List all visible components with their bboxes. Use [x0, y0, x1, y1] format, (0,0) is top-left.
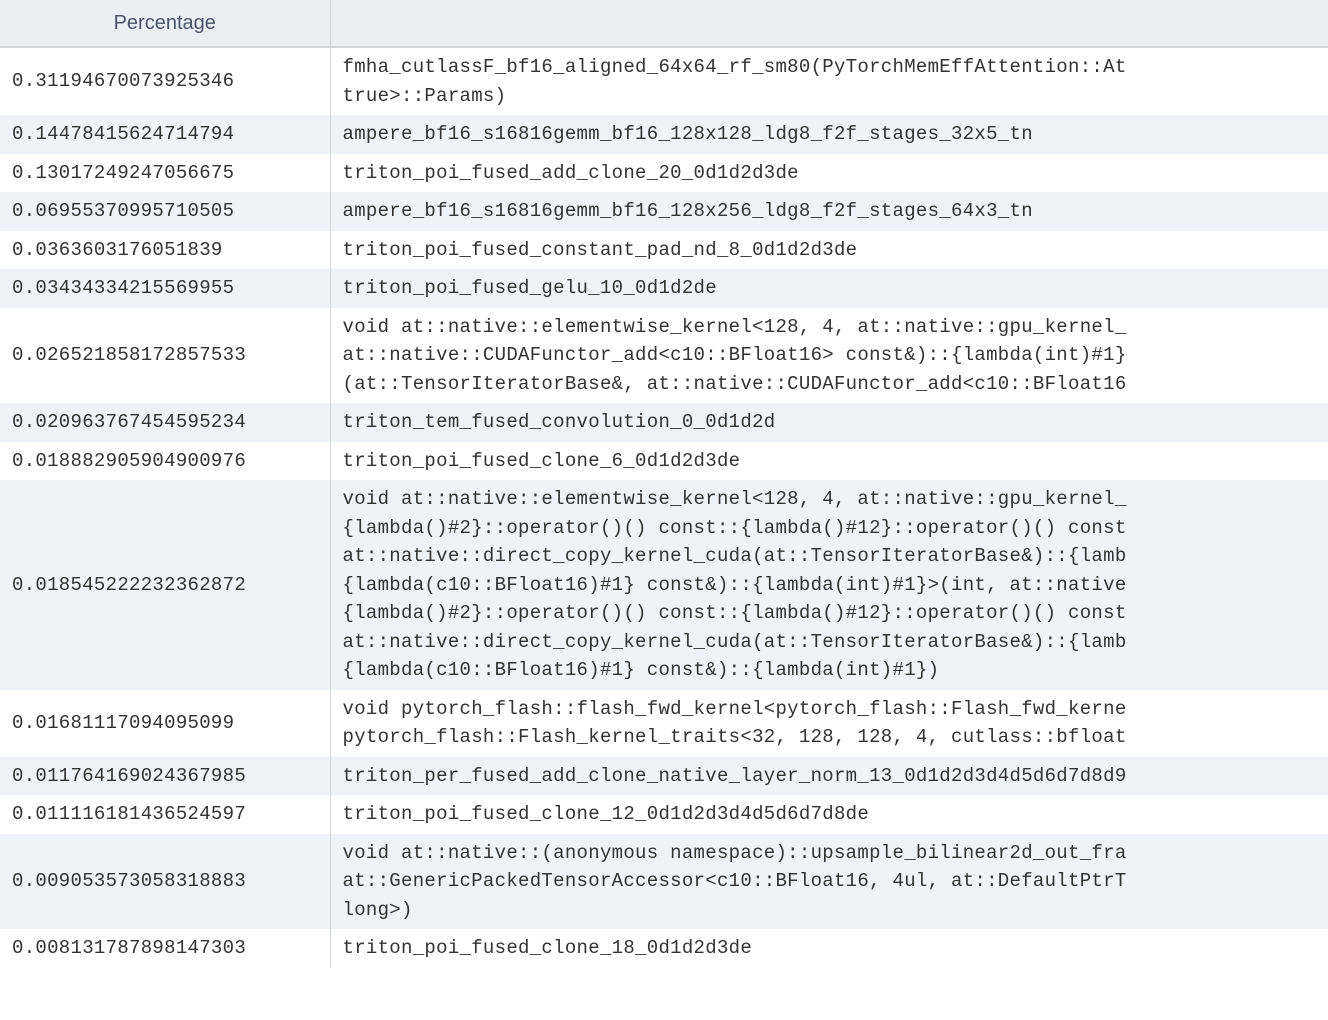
profiler-table: Percentage 0.31194670073925346fmha_cutla…	[0, 0, 1328, 968]
cell-kernel: void pytorch_flash::flash_fwd_kernel<pyt…	[330, 690, 1328, 757]
table-row[interactable]: 0.31194670073925346fmha_cutlassF_bf16_al…	[0, 47, 1328, 115]
table-row[interactable]: 0.011764169024367985triton_per_fused_add…	[0, 757, 1328, 796]
col-header-percentage[interactable]: Percentage	[0, 0, 330, 47]
cell-percentage: 0.0363603176051839	[0, 231, 330, 270]
cell-percentage: 0.018545222232362872	[0, 480, 330, 690]
cell-kernel: triton_poi_fused_constant_pad_nd_8_0d1d2…	[330, 231, 1328, 270]
cell-kernel: void at::native::elementwise_kernel<128,…	[330, 308, 1328, 404]
table-row[interactable]: 0.008131787898147303triton_poi_fused_clo…	[0, 929, 1328, 968]
cell-percentage: 0.009053573058318883	[0, 834, 330, 930]
cell-percentage: 0.13017249247056675	[0, 154, 330, 193]
cell-kernel: triton_poi_fused_clone_18_0d1d2d3de	[330, 929, 1328, 968]
table-row[interactable]: 0.011116181436524597triton_poi_fused_clo…	[0, 795, 1328, 834]
cell-kernel: triton_poi_fused_gelu_10_0d1d2de	[330, 269, 1328, 308]
cell-percentage: 0.01681117094095099	[0, 690, 330, 757]
cell-percentage: 0.026521858172857533	[0, 308, 330, 404]
cell-percentage: 0.31194670073925346	[0, 47, 330, 115]
table-row[interactable]: 0.026521858172857533void at::native::ele…	[0, 308, 1328, 404]
cell-percentage: 0.011116181436524597	[0, 795, 330, 834]
table-row[interactable]: 0.06955370995710505ampere_bf16_s16816gem…	[0, 192, 1328, 231]
table-row[interactable]: 0.009053573058318883void at::native::(an…	[0, 834, 1328, 930]
cell-kernel: fmha_cutlassF_bf16_aligned_64x64_rf_sm80…	[330, 47, 1328, 115]
table-row[interactable]: 0.03434334215569955triton_poi_fused_gelu…	[0, 269, 1328, 308]
cell-kernel: void at::native::(anonymous namespace)::…	[330, 834, 1328, 930]
cell-kernel: ampere_bf16_s16816gemm_bf16_128x256_ldg8…	[330, 192, 1328, 231]
cell-kernel: triton_poi_fused_add_clone_20_0d1d2d3de	[330, 154, 1328, 193]
table-row[interactable]: 0.13017249247056675triton_poi_fused_add_…	[0, 154, 1328, 193]
table-row[interactable]: 0.14478415624714794ampere_bf16_s16816gem…	[0, 115, 1328, 154]
cell-percentage: 0.03434334215569955	[0, 269, 330, 308]
table-header-row: Percentage	[0, 0, 1328, 47]
profiler-table-container: Percentage 0.31194670073925346fmha_cutla…	[0, 0, 1328, 1020]
cell-percentage: 0.14478415624714794	[0, 115, 330, 154]
cell-kernel: triton_poi_fused_clone_6_0d1d2d3de	[330, 442, 1328, 481]
table-row[interactable]: 0.0363603176051839triton_poi_fused_const…	[0, 231, 1328, 270]
cell-kernel: triton_poi_fused_clone_12_0d1d2d3d4d5d6d…	[330, 795, 1328, 834]
cell-percentage: 0.06955370995710505	[0, 192, 330, 231]
table-row[interactable]: 0.020963767454595234triton_tem_fused_con…	[0, 403, 1328, 442]
cell-percentage: 0.011764169024367985	[0, 757, 330, 796]
cell-kernel: triton_tem_fused_convolution_0_0d1d2d	[330, 403, 1328, 442]
table-row[interactable]: 0.01681117094095099void pytorch_flash::f…	[0, 690, 1328, 757]
table-row[interactable]: 0.018882905904900976triton_poi_fused_clo…	[0, 442, 1328, 481]
cell-kernel: triton_per_fused_add_clone_native_layer_…	[330, 757, 1328, 796]
table-row[interactable]: 0.018545222232362872void at::native::ele…	[0, 480, 1328, 690]
cell-kernel: ampere_bf16_s16816gemm_bf16_128x128_ldg8…	[330, 115, 1328, 154]
cell-kernel: void at::native::elementwise_kernel<128,…	[330, 480, 1328, 690]
table-body: 0.31194670073925346fmha_cutlassF_bf16_al…	[0, 47, 1328, 968]
cell-percentage: 0.018882905904900976	[0, 442, 330, 481]
col-header-kernel[interactable]	[330, 0, 1328, 47]
cell-percentage: 0.008131787898147303	[0, 929, 330, 968]
cell-percentage: 0.020963767454595234	[0, 403, 330, 442]
